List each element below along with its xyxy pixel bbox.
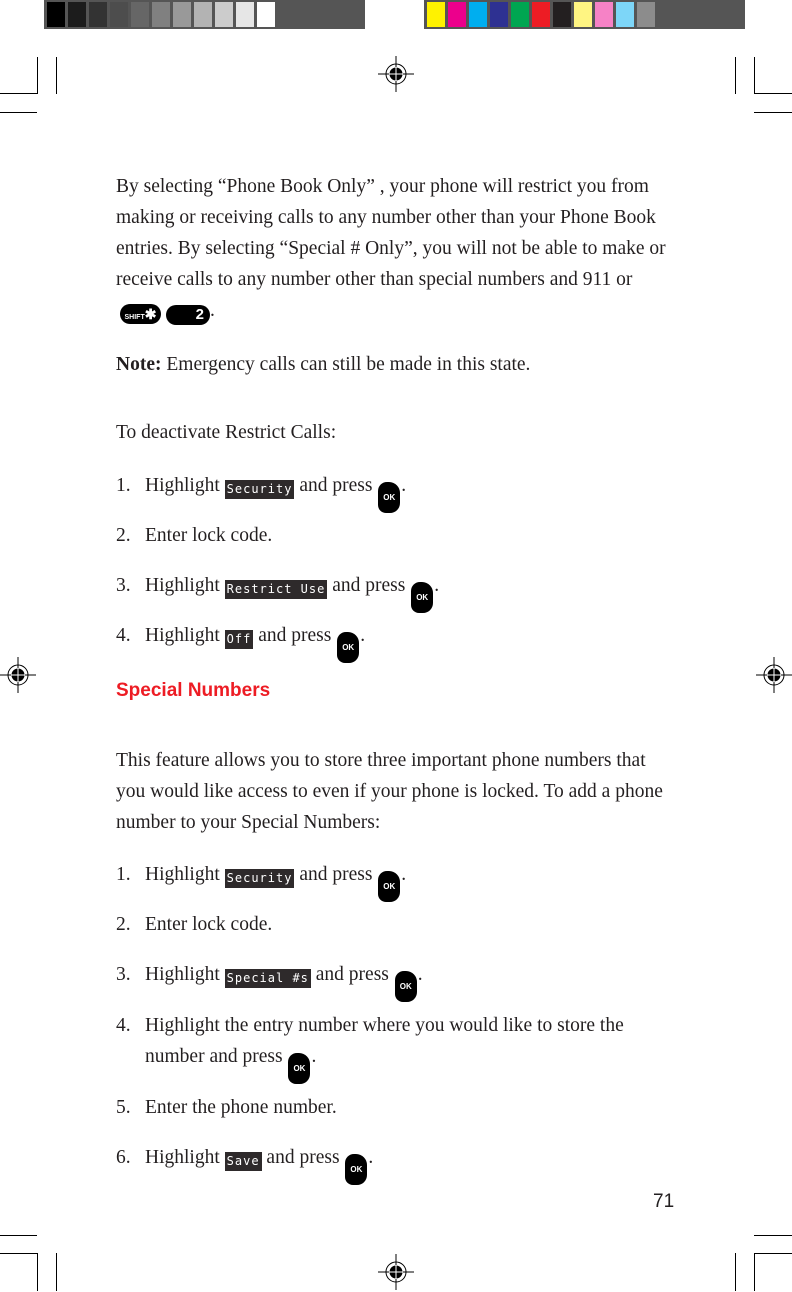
- step-item: 4. Highlight the entry number where you w…: [116, 1010, 676, 1084]
- step-number: 5.: [116, 1097, 131, 1118]
- step-item: 4. Highlight Off and press OK.: [116, 620, 676, 663]
- color-swatch: [511, 2, 529, 27]
- color-swatch: [553, 2, 571, 27]
- color-swatch: [448, 2, 466, 27]
- deactivate-intro: To deactivate Restrict Calls:: [116, 422, 337, 443]
- lcd-menu-item: Restrict Use: [224, 580, 328, 599]
- color-swatch: [574, 2, 592, 27]
- color-swatch: [215, 2, 233, 27]
- step-number: 3.: [116, 964, 131, 985]
- color-swatch: [89, 2, 107, 27]
- step-item: 1. Highlight Security and press OK.: [116, 859, 676, 902]
- color-swatch: [194, 2, 212, 27]
- step-item: 2. Enter lock code.: [116, 909, 676, 940]
- registration-mark-icon: [378, 1254, 414, 1290]
- crop-mark: [56, 57, 57, 94]
- intro-paragraph: By selecting “Phone Book Only” , your ph…: [116, 176, 666, 325]
- crop-mark: [735, 1253, 736, 1291]
- crop-mark: [754, 93, 792, 94]
- process-color-bar: [424, 0, 745, 29]
- color-swatch: [68, 2, 86, 27]
- page-number: 71: [653, 1191, 675, 1212]
- shift-star-key-icon: SHIFT✱: [120, 304, 161, 324]
- color-swatch: [616, 2, 634, 27]
- ok-key-icon: OK: [288, 1053, 311, 1084]
- step-number: 2.: [116, 525, 131, 546]
- crop-mark: [0, 1253, 37, 1254]
- crop-mark: [735, 57, 736, 94]
- lcd-menu-item: Special #s: [224, 969, 311, 988]
- color-swatch: [173, 2, 191, 27]
- step-item: 5. Enter the phone number.: [116, 1092, 676, 1123]
- step-number: 2.: [116, 914, 131, 935]
- step-number: 4.: [116, 625, 131, 646]
- crop-mark: [754, 1253, 792, 1254]
- step-item: 3. Highlight Special #s and press OK.: [116, 959, 676, 1002]
- step-item: 1. Highlight Security and press OK.: [116, 470, 676, 513]
- color-swatch: [637, 2, 655, 27]
- color-swatch: [469, 2, 487, 27]
- crop-mark: [56, 1253, 57, 1291]
- step-item: 3. Highlight Restrict Use and press OK.: [116, 570, 676, 613]
- crop-mark: [754, 57, 755, 94]
- ok-key-icon: OK: [411, 582, 434, 613]
- step-item: 6. Highlight Save and press OK.: [116, 1142, 676, 1185]
- step-number: 4.: [116, 1015, 131, 1036]
- note-label: Note:: [116, 354, 162, 375]
- ok-key-icon: OK: [378, 871, 401, 902]
- lcd-menu-item: Off: [224, 630, 254, 649]
- color-swatch: [595, 2, 613, 27]
- color-swatch: [110, 2, 128, 27]
- lcd-menu-item: Security: [224, 869, 295, 888]
- crop-mark: [37, 57, 38, 94]
- crop-mark: [0, 1235, 37, 1236]
- two-key-icon: 2: [166, 305, 210, 325]
- step-item: 2. Enter lock code.: [116, 520, 676, 551]
- color-swatch: [490, 2, 508, 27]
- step-number: 1.: [116, 475, 131, 496]
- step-number: 3.: [116, 575, 131, 596]
- crop-mark: [754, 1235, 792, 1236]
- registration-mark-icon: [0, 657, 36, 693]
- special-intro: This feature allows you to store three i…: [116, 750, 663, 833]
- ok-key-icon: OK: [337, 632, 360, 663]
- note: Note: Emergency calls can still be made …: [116, 354, 531, 375]
- color-swatch: [47, 2, 65, 27]
- lcd-menu-item: Save: [224, 1152, 262, 1171]
- color-swatch: [257, 2, 275, 27]
- ok-key-icon: OK: [345, 1154, 368, 1185]
- section-heading: Special Numbers: [116, 680, 271, 701]
- lcd-menu-item: Security: [224, 480, 295, 499]
- crop-mark: [0, 93, 37, 94]
- crop-mark: [754, 1253, 755, 1291]
- color-swatch: [427, 2, 445, 27]
- color-swatch: [532, 2, 550, 27]
- crop-mark: [37, 1253, 38, 1291]
- crop-mark: [754, 112, 792, 113]
- step-number: 1.: [116, 864, 131, 885]
- grayscale-color-bar: [44, 0, 365, 29]
- crop-mark: [0, 112, 37, 113]
- color-swatch: [131, 2, 149, 27]
- ok-key-icon: OK: [394, 971, 417, 1002]
- ok-key-icon: OK: [378, 482, 401, 513]
- registration-mark-icon: [378, 56, 414, 92]
- registration-mark-icon: [756, 657, 792, 693]
- step-number: 6.: [116, 1147, 131, 1168]
- color-swatch: [236, 2, 254, 27]
- color-swatch: [152, 2, 170, 27]
